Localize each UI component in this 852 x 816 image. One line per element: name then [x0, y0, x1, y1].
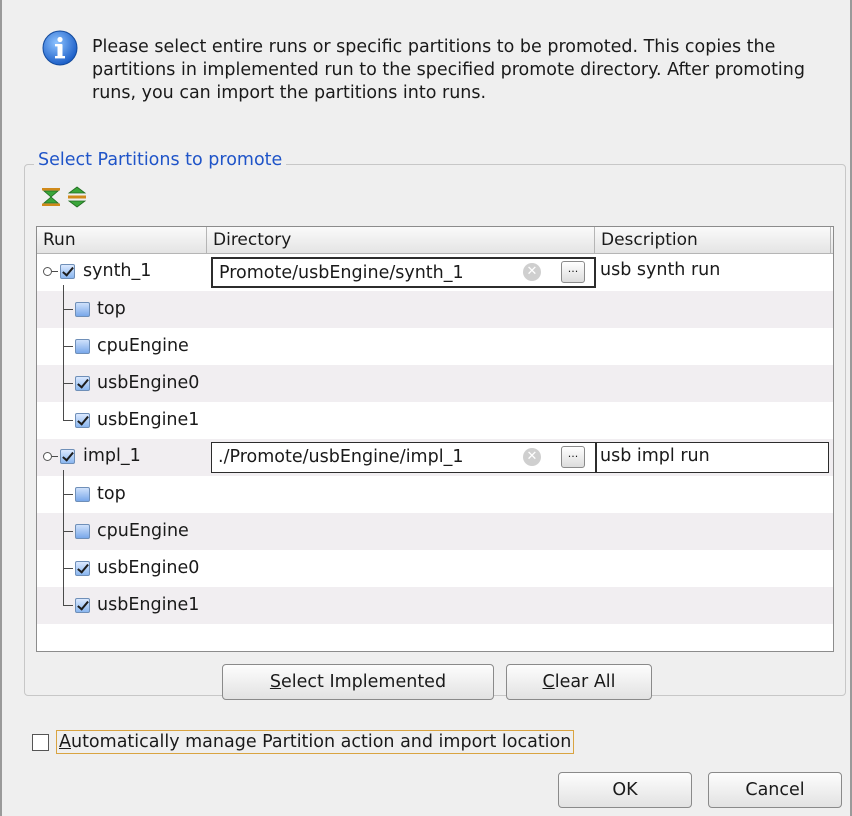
tree-expander-icon[interactable] — [43, 452, 52, 461]
partition-name: usbEngine0 — [97, 373, 200, 393]
tree-connector — [63, 531, 73, 532]
directory-editor: Promote/usbEngine/synth_1 ✕ ... — [211, 257, 596, 288]
partition-checkbox[interactable] — [75, 339, 90, 354]
auto-manage-label-text: utomatically manage Partition action and… — [70, 732, 572, 752]
tree-expander-icon[interactable] — [43, 267, 52, 276]
table-row-run[interactable]: synth_1 Promote/usbEngine/synth_1 ✕ ... … — [37, 254, 833, 291]
clear-icon[interactable]: ✕ — [523, 448, 541, 466]
select-implemented-button[interactable]: Select Implemented — [222, 664, 494, 700]
partition-name: usbEngine1 — [97, 595, 200, 615]
run-name: impl_1 — [83, 446, 141, 466]
table-header: Run Directory Description — [37, 227, 833, 254]
clear-all-label: lear All — [554, 672, 616, 692]
table-row-partition[interactable]: usbEngine1 — [37, 587, 833, 624]
table-row-partition[interactable]: cpuEngine — [37, 513, 833, 550]
browse-button[interactable]: ... — [561, 446, 585, 468]
partition-name: cpuEngine — [97, 521, 189, 541]
info-message: Please select entire runs or specific pa… — [92, 37, 805, 103]
partition-name: cpuEngine — [97, 336, 189, 356]
partition-name: top — [97, 484, 126, 504]
table-row-partition[interactable]: usbEngine0 — [37, 365, 833, 402]
table-row-partition[interactable]: usbEngine1 — [37, 402, 833, 439]
partition-checkbox[interactable] — [75, 376, 90, 391]
tree-connector — [63, 470, 64, 606]
partition-checkbox[interactable] — [75, 413, 90, 428]
directory-input[interactable]: Promote/usbEngine/synth_1 — [219, 263, 511, 283]
expand-all-icon[interactable] — [66, 186, 88, 208]
clear-all-button[interactable]: Clear All — [506, 664, 652, 700]
auto-manage-label[interactable]: Automatically manage Partition action an… — [56, 730, 575, 754]
browse-button[interactable]: ... — [561, 261, 585, 283]
partition-name: usbEngine1 — [97, 410, 200, 430]
tree-connector — [63, 605, 73, 606]
table-row-partition[interactable]: usbEngine0 — [37, 550, 833, 587]
tree-connector — [63, 568, 73, 569]
auto-manage-mnemonic: A — [59, 732, 71, 752]
column-header-directory[interactable]: Directory — [207, 227, 595, 253]
select-implemented-label: elect Implemented — [281, 672, 447, 692]
partition-checkbox[interactable] — [75, 598, 90, 613]
ok-button[interactable]: OK — [558, 772, 692, 808]
tree-connector — [63, 383, 73, 384]
description-cell[interactable]: usb impl run — [596, 442, 829, 473]
info-icon — [42, 30, 78, 66]
table-row-partition[interactable]: top — [37, 291, 833, 328]
clear-all-mnemonic: C — [542, 672, 555, 692]
directory-input[interactable]: ./Promote/usbEngine/impl_1 — [218, 447, 518, 467]
tree-connector — [63, 285, 64, 421]
tree-connector — [63, 309, 73, 310]
tree-connector — [52, 271, 58, 272]
table-row-partition[interactable]: cpuEngine — [37, 328, 833, 365]
run-checkbox[interactable] — [60, 264, 75, 279]
run-name: synth_1 — [83, 261, 152, 281]
cancel-button[interactable]: Cancel — [708, 772, 842, 808]
tree-connector — [63, 420, 73, 421]
select-implemented-mnemonic: S — [269, 672, 282, 692]
partition-checkbox[interactable] — [75, 524, 90, 539]
tree-connector — [63, 494, 73, 495]
tree-connector — [63, 346, 73, 347]
partitions-table: Run Directory Description synth_1 Promot… — [36, 226, 834, 652]
partition-name: top — [97, 299, 126, 319]
tree-connector — [52, 456, 58, 457]
auto-manage-checkbox[interactable] — [32, 734, 49, 751]
directory-editor: ./Promote/usbEngine/impl_1 ✕ ... — [211, 442, 596, 473]
collapse-all-icon[interactable] — [40, 186, 62, 208]
partition-checkbox[interactable] — [75, 487, 90, 502]
clear-icon[interactable]: ✕ — [523, 263, 541, 281]
partitions-group-title: Select Partitions to promote — [34, 150, 287, 170]
table-row-partition[interactable]: top — [37, 476, 833, 513]
column-header-run[interactable]: Run — [37, 227, 207, 253]
run-checkbox[interactable] — [60, 449, 75, 464]
partition-checkbox[interactable] — [75, 561, 90, 576]
partition-checkbox[interactable] — [75, 302, 90, 317]
partition-name: usbEngine0 — [97, 558, 200, 578]
column-header-description[interactable]: Description — [595, 227, 831, 253]
table-row-run[interactable]: impl_1 ./Promote/usbEngine/impl_1 ✕ ... … — [37, 439, 833, 476]
description-cell[interactable]: usb synth run — [597, 257, 827, 288]
window-border-left — [0, 0, 2, 816]
